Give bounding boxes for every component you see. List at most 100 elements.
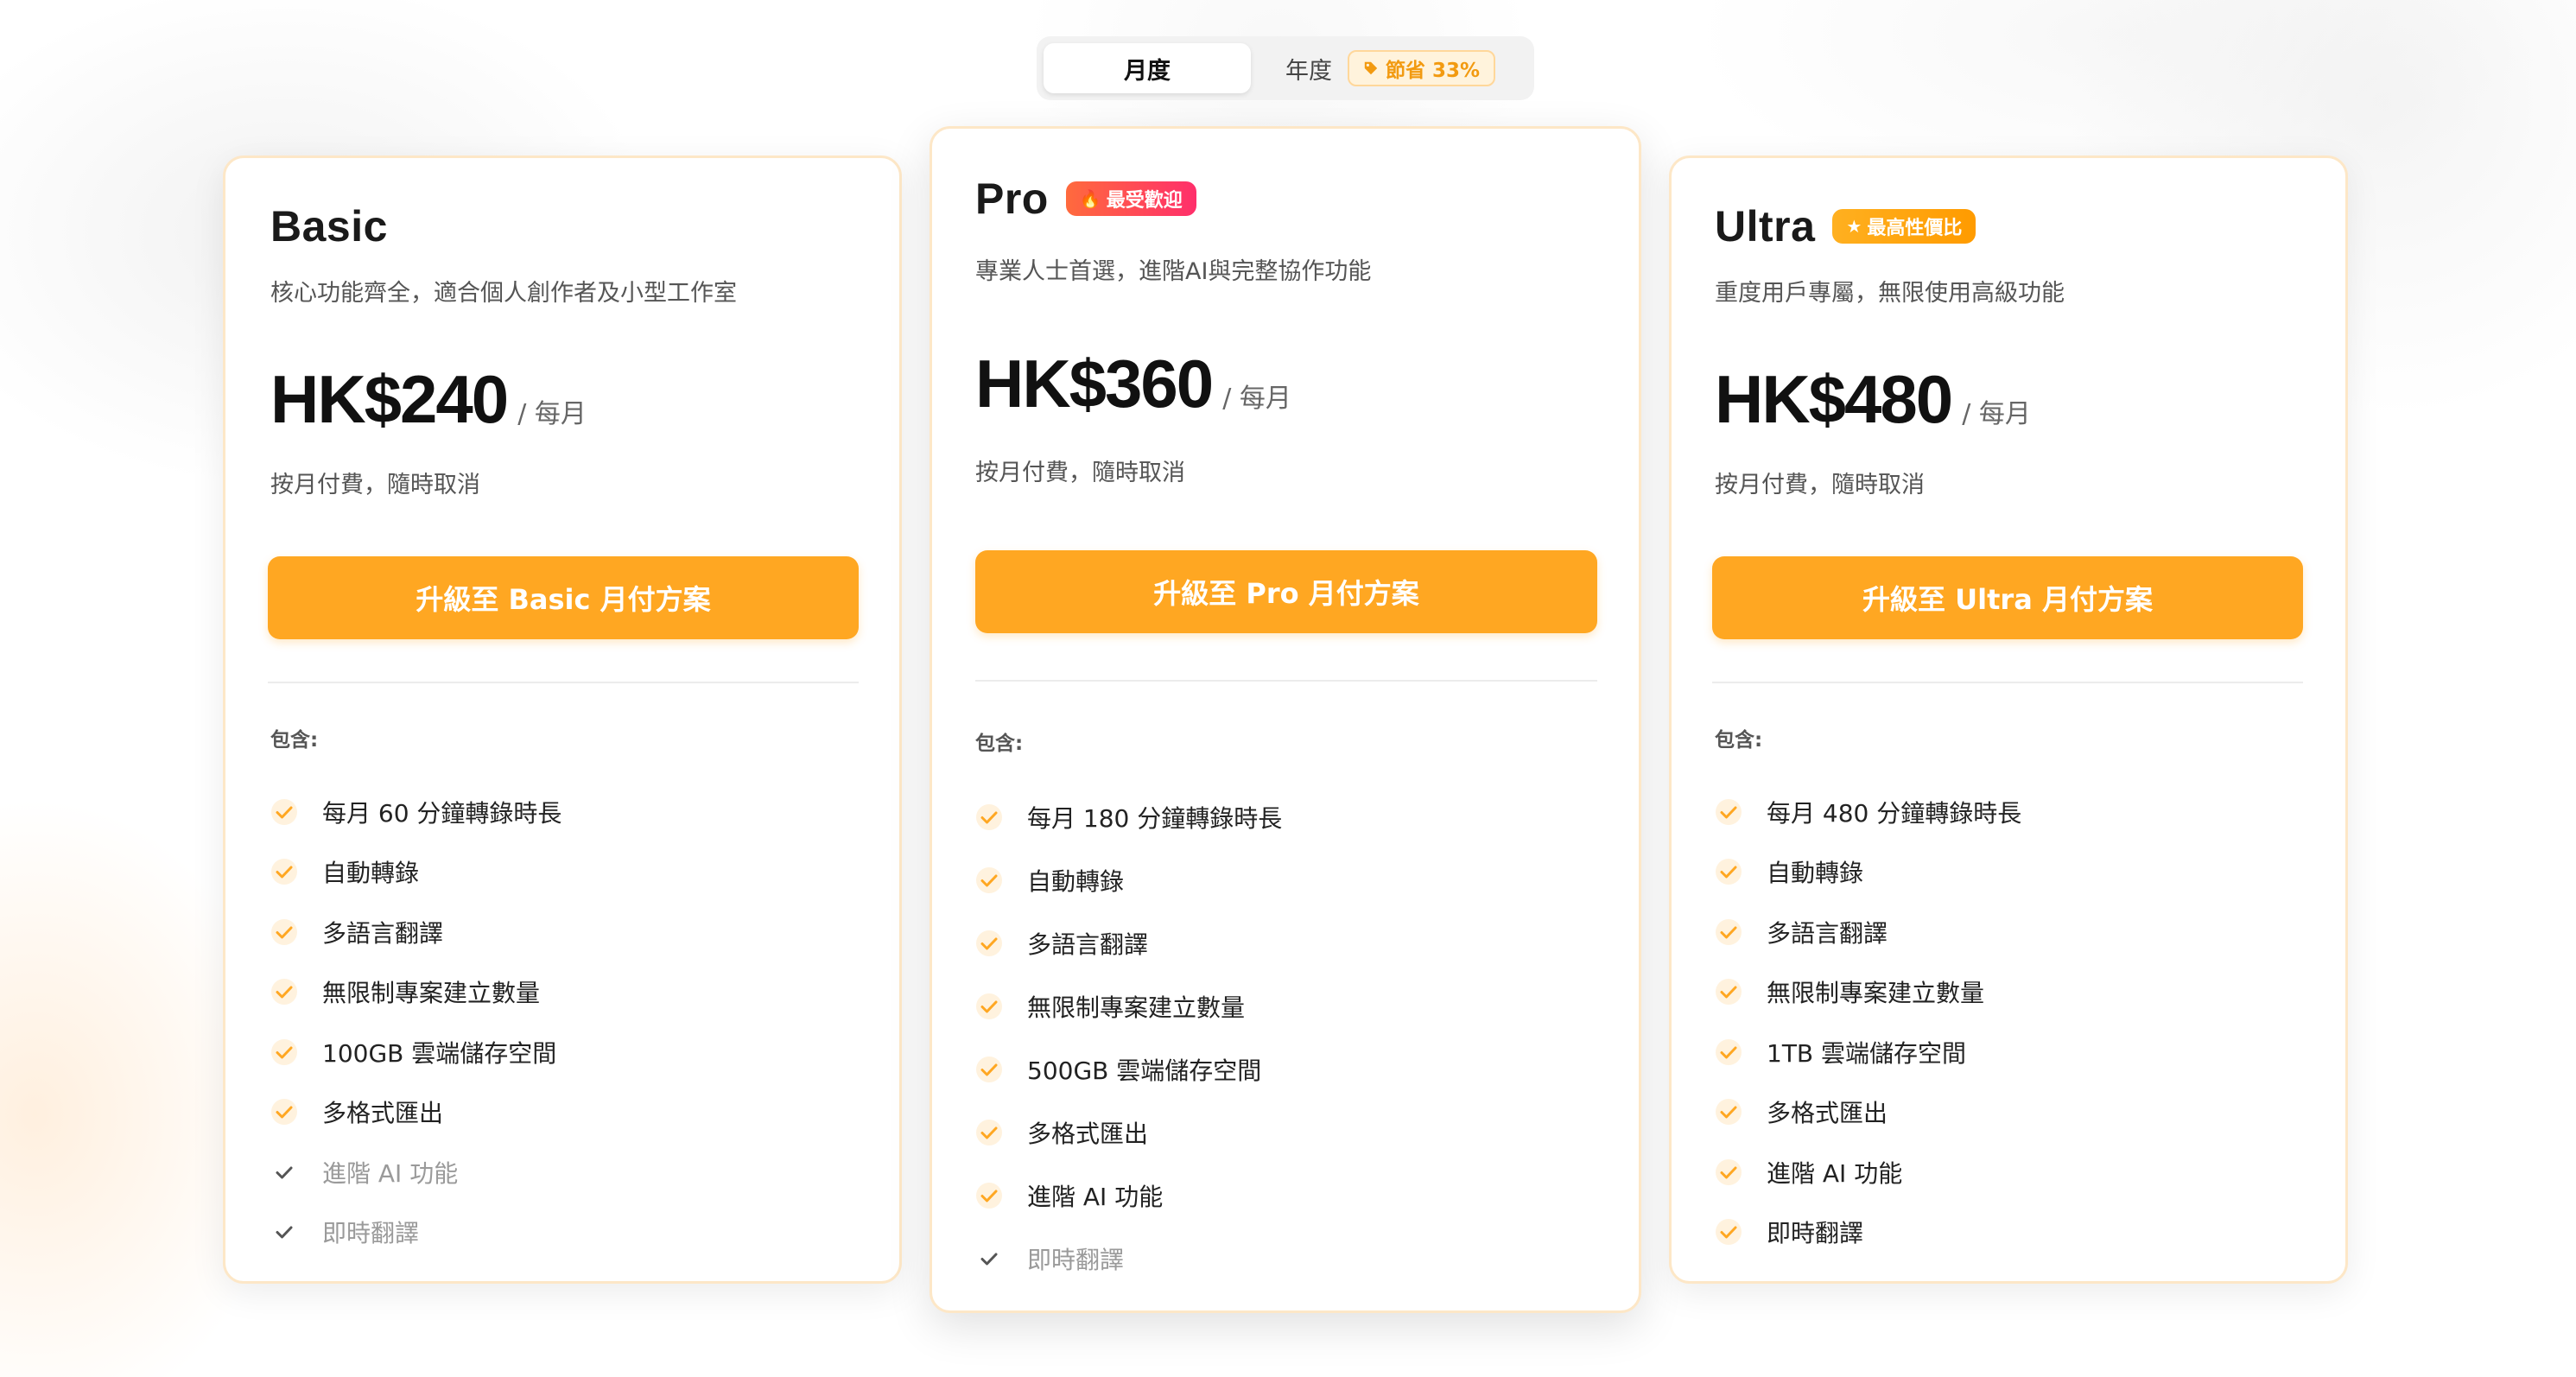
yearly-tab[interactable]: 年度 節省 33% (1261, 43, 1527, 93)
upgrade-ultra-button[interactable]: 升級至 Ultra 月付方案 (1712, 556, 2303, 639)
feature-label: 進階 AI 功能 (1027, 1182, 1164, 1211)
feature-list: 每月 480 分鐘轉錄時長自動轉錄多語言翻譯無限制專案建立數量 1TB 雲端儲存空… (1715, 782, 2021, 1262)
includes-label: 包含: (270, 729, 319, 752)
plan-price: HK$360 (975, 346, 1214, 422)
check-icon (976, 866, 1002, 893)
check-icon (271, 859, 297, 885)
feature-item: 進階 AI 功能 (270, 1142, 562, 1202)
feature-label: 進階 AI 功能 (322, 1158, 459, 1188)
check-icon (976, 993, 1002, 1019)
check-icon (1716, 1099, 1742, 1126)
plan-price: HK$480 (1715, 361, 1953, 437)
price-period: / 每月 (1962, 399, 2031, 429)
most-popular-badge: 🔥 最受歡迎 (1065, 181, 1196, 216)
badge-label: 最高性價比 (1867, 218, 1963, 239)
feature-item: 500GB 雲端儲存空間 (975, 1038, 1282, 1101)
feature-label: 每月 480 分鐘轉錄時長 (1767, 798, 2022, 828)
upgrade-pro-button[interactable]: 升級至 Pro 月付方案 (975, 550, 1597, 633)
includes-label: 包含: (975, 733, 1024, 755)
check-icon (980, 1253, 998, 1265)
cta-label: 升級至 Basic 月付方案 (416, 583, 711, 616)
check-icon (1716, 859, 1742, 885)
savings-label: 節省 33% (1386, 60, 1481, 82)
check-icon (1716, 798, 1742, 825)
feature-label: 100GB 雲端儲存空間 (322, 1038, 557, 1068)
feature-item: 每月 180 分鐘轉錄時長 (975, 785, 1282, 848)
feature-label: 自動轉錄 (322, 859, 420, 888)
check-icon (1716, 979, 1742, 1006)
feature-item: 進階 AI 功能 (1715, 1142, 2021, 1202)
feature-item: 即時翻譯 (1715, 1202, 2021, 1263)
monthly-tab-label: 月度 (1124, 57, 1171, 85)
plan-card-ultra: Ultra ★ 最高性價比 重度用戶專屬，無限使用高級功能 HK$480 / 每… (1669, 155, 2348, 1284)
plan-description: 重度用戶專屬，無限使用高級功能 (1715, 280, 2065, 307)
check-icon (1716, 1219, 1742, 1246)
feature-label: 多格式匯出 (1767, 1099, 1888, 1128)
billing-note: 按月付費，隨時取消 (270, 472, 480, 498)
check-icon (976, 1182, 1002, 1209)
price-period: / 每月 (517, 399, 587, 429)
feature-label: 即時翻譯 (1027, 1245, 1125, 1274)
feature-item: 無限制專案建立數量 (270, 962, 562, 1023)
feature-item: 多語言翻譯 (975, 911, 1282, 974)
price-row: HK$480 / 每月 (1715, 360, 2031, 439)
check-icon (976, 1119, 1002, 1145)
tag-icon (1364, 61, 1378, 75)
feature-label: 多語言翻譯 (1767, 918, 1888, 948)
badge-label: 最受歡迎 (1106, 190, 1183, 212)
feature-label: 自動轉錄 (1027, 866, 1125, 896)
billing-period-toggle: 月度 年度 節省 33% (1037, 36, 1534, 100)
plan-header: Pro 🔥 最受歡迎 (975, 174, 1196, 224)
plan-card-basic: Basic 核心功能齊全，適合個人創作者及小型工作室 HK$240 / 每月 按… (223, 155, 902, 1284)
check-icon (271, 918, 297, 945)
feature-item: 即時翻譯 (975, 1227, 1282, 1290)
feature-label: 進階 AI 功能 (1767, 1158, 1903, 1188)
monthly-tab[interactable]: 月度 (1044, 43, 1251, 93)
feature-item: 自動轉錄 (975, 848, 1282, 911)
yearly-savings-badge: 節省 33% (1348, 50, 1496, 86)
feature-item: 即時翻譯 (270, 1202, 562, 1263)
upgrade-basic-button[interactable]: 升級至 Basic 月付方案 (268, 556, 859, 639)
star-icon: ★ (1846, 216, 1862, 237)
best-value-badge: ★ 最高性價比 (1832, 209, 1976, 244)
feature-label: 每月 180 分鐘轉錄時長 (1027, 803, 1283, 833)
check-icon (976, 930, 1002, 956)
fire-icon: 🔥 (1079, 188, 1101, 209)
plan-description: 核心功能齊全，適合個人創作者及小型工作室 (270, 280, 737, 307)
feature-item: 無限制專案建立數量 (975, 974, 1282, 1038)
feature-label: 無限制專案建立數量 (1767, 979, 1985, 1008)
feature-label: 多格式匯出 (322, 1099, 444, 1128)
feature-label: 無限制專案建立數量 (322, 979, 541, 1008)
feature-label: 1TB 雲端儲存空間 (1767, 1038, 1967, 1068)
divider (268, 682, 859, 683)
feature-item: 無限制專案建立數量 (1715, 962, 2021, 1023)
cta-label: 升級至 Ultra 月付方案 (1862, 583, 2153, 616)
price-row: HK$360 / 每月 (975, 345, 1291, 423)
feature-item: 每月 60 分鐘轉錄時長 (270, 782, 562, 842)
feature-label: 多語言翻譯 (1027, 930, 1149, 959)
feature-item: 多格式匯出 (975, 1101, 1282, 1164)
plan-name: Ultra (1715, 202, 1816, 251)
price-row: HK$240 / 每月 (270, 360, 587, 439)
yearly-tab-label: 年度 (1285, 57, 1332, 85)
plan-price: HK$240 (270, 361, 509, 437)
feature-label: 即時翻譯 (1767, 1219, 1864, 1248)
feature-label: 無限制專案建立數量 (1027, 993, 1246, 1022)
plan-header: Basic (270, 201, 388, 251)
feature-list: 每月 60 分鐘轉錄時長 自動轉錄 多語言翻譯 無限制專案建立數量 100GB 雲端儲存… (270, 782, 562, 1262)
check-icon (976, 1056, 1002, 1082)
feature-item: 多格式匯出 (270, 1082, 562, 1143)
feature-item: 自動轉錄 (270, 842, 562, 903)
cta-label: 升級至 Pro 月付方案 (1153, 577, 1419, 610)
check-icon (271, 1038, 297, 1065)
feature-item: 多語言翻譯 (1715, 902, 2021, 962)
check-icon (1716, 1038, 1742, 1065)
check-icon (271, 1099, 297, 1126)
feature-label: 即時翻譯 (322, 1219, 420, 1248)
feature-item: 1TB 雲端儲存空間 (1715, 1022, 2021, 1082)
check-icon (1716, 918, 1742, 945)
billing-note: 按月付費，隨時取消 (975, 460, 1185, 486)
price-period: / 每月 (1222, 384, 1291, 414)
divider (975, 680, 1597, 682)
feature-item: 自動轉錄 (1715, 842, 2021, 903)
